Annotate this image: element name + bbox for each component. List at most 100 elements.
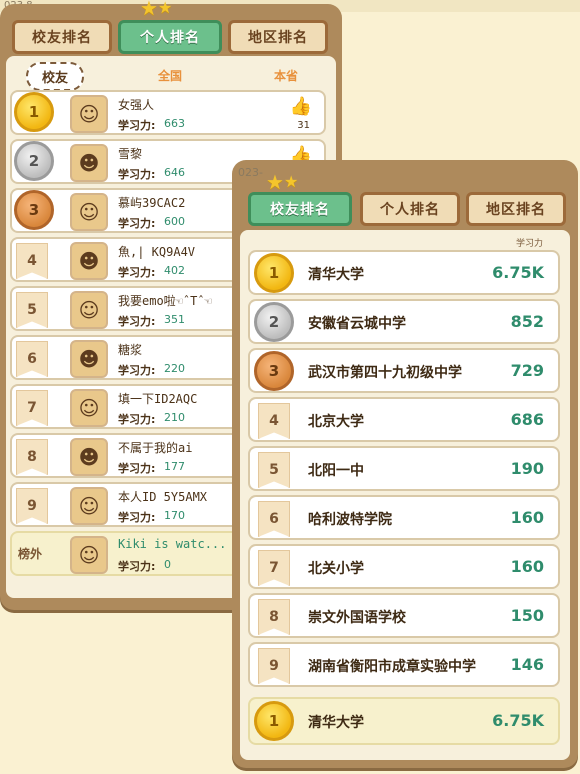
list-item[interactable]: 8 崇文外国语学校 150 <box>248 593 560 638</box>
school-name: 北京大学 <box>308 414 364 430</box>
study-power-value: 170 <box>164 509 185 522</box>
tab-region-ranking-right[interactable]: 地区排名 <box>466 192 566 226</box>
study-power-value: 0 <box>164 558 171 571</box>
school-name: 安徽省云城中学 <box>308 316 406 332</box>
user-name: 魚,| KQ9A4V <box>118 245 196 259</box>
study-power-value: 150 <box>510 606 544 625</box>
school-name: 武汉市第四十九初级中学 <box>308 365 462 381</box>
cut-off-date-text-right: 023- <box>238 166 263 179</box>
subtab-province[interactable]: 本省 <box>274 67 298 84</box>
rank-badge: 9 <box>258 648 290 684</box>
tab-region-ranking-left[interactable]: 地区排名 <box>228 20 328 54</box>
rank-badge: 8 <box>258 599 290 635</box>
study-power-value: 402 <box>164 264 185 277</box>
rank-medal-icon: 1 <box>254 701 294 741</box>
study-power-value: 6.75K <box>492 263 544 282</box>
rank-badge: 8 <box>16 439 48 475</box>
avatar[interactable]: ☻ <box>70 340 108 378</box>
study-power-label: 学习力: <box>118 315 156 328</box>
study-power-value: 663 <box>164 117 185 130</box>
rank-badge: 9 <box>16 488 48 524</box>
user-name: 我要emo啦☜ˆTˆ☜ <box>118 294 212 308</box>
user-name: 慕屿39CAC2 <box>118 196 186 210</box>
avatar[interactable]: ☺ <box>70 193 108 231</box>
tab-label: 个人排名 <box>140 30 200 46</box>
rank-medal-icon: 1 <box>14 92 54 132</box>
rank-medal-icon: 2 <box>254 302 294 342</box>
study-power-label: 学习力: <box>118 364 156 377</box>
user-name: 糖浆 <box>118 343 143 357</box>
avatar[interactable]: ☻ <box>70 242 108 280</box>
avatar[interactable]: ☻ <box>70 144 108 182</box>
avatar[interactable]: ☺ <box>70 95 108 133</box>
user-name: Kiki is watc... <box>118 537 227 551</box>
user-name: 不属于我的ai <box>118 441 193 455</box>
tab-label: 校友排名 <box>32 30 92 46</box>
tab-personal-ranking-left[interactable]: 个人排名 <box>118 20 222 54</box>
school-name: 清华大学 <box>308 715 364 731</box>
study-power-value: 729 <box>510 361 544 380</box>
tab-personal-ranking-right[interactable]: 个人排名 <box>360 192 460 226</box>
star-icon: ★ <box>140 0 158 20</box>
school-name: 哈利波特学院 <box>308 512 392 528</box>
tab-label: 校友排名 <box>270 202 330 218</box>
list-item[interactable]: 1 ☺ 女强人 学习力: 663 👍 31 <box>10 90 326 135</box>
list-item[interactable]: 2 安徽省云城中学 852 <box>248 299 560 344</box>
rank-badge: 4 <box>258 403 290 439</box>
avatar[interactable]: ☺ <box>70 389 108 427</box>
school-name: 清华大学 <box>308 267 364 283</box>
thumbs-up-icon[interactable]: 👍 <box>290 96 312 117</box>
study-power-value: 177 <box>164 460 185 473</box>
study-power-value: 220 <box>164 362 185 375</box>
rank-medal-icon: 2 <box>14 141 54 181</box>
out-of-rank-label: 榜外 <box>18 547 43 561</box>
rank-badge: 7 <box>16 390 48 426</box>
study-power-label: 学习力: <box>118 266 156 279</box>
rank-medal-icon: 1 <box>254 253 294 293</box>
study-power-value: 190 <box>510 459 544 478</box>
avatar[interactable]: ☺ <box>70 291 108 329</box>
avatar[interactable]: ☻ <box>70 438 108 476</box>
study-power-value: 160 <box>510 508 544 527</box>
tab-label: 个人排名 <box>380 202 440 218</box>
rank-medal-icon: 3 <box>14 190 54 230</box>
study-power-label: 学习力: <box>118 217 156 230</box>
tab-alumni-ranking-left[interactable]: 校友排名 <box>12 20 112 54</box>
self-school-row[interactable]: 1 清华大学 6.75K <box>248 697 560 745</box>
list-item[interactable]: 1 清华大学 6.75K <box>248 250 560 295</box>
tab-alumni-ranking-right[interactable]: 校友排名 <box>248 192 352 226</box>
subtab-national[interactable]: 全国 <box>158 67 182 84</box>
rank-badge: 6 <box>258 501 290 537</box>
study-power-value: 210 <box>164 411 185 424</box>
study-power-value: 646 <box>164 166 185 179</box>
star-icon: ★ <box>158 0 173 17</box>
study-power-value: 351 <box>164 313 185 326</box>
list-item[interactable]: 5 北阳一中 190 <box>248 446 560 491</box>
rank-badge: 5 <box>258 452 290 488</box>
user-name: 本人ID 5Y5AMX <box>118 490 208 504</box>
school-name: 湖南省衡阳市成章实验中学 <box>308 659 476 675</box>
list-item[interactable]: 3 武汉市第四十九初级中学 729 <box>248 348 560 393</box>
list-item[interactable]: 9 湖南省衡阳市成章实验中学 146 <box>248 642 560 687</box>
rank-medal-icon: 3 <box>254 351 294 391</box>
rank-badge: 6 <box>16 341 48 377</box>
avatar[interactable]: ☺ <box>70 487 108 525</box>
avatar[interactable]: ☺ <box>70 536 108 574</box>
school-name: 北阳一中 <box>308 463 364 479</box>
study-power-value: 146 <box>510 655 544 674</box>
rank-badge: 7 <box>258 550 290 586</box>
study-power-value: 160 <box>510 557 544 576</box>
column-header-study-power: 学习力 <box>516 239 544 249</box>
tab-label: 地区排名 <box>248 30 308 46</box>
study-power-label: 学习力: <box>118 462 156 475</box>
study-power-label: 学习力: <box>118 560 156 573</box>
tab-label: 地区排名 <box>486 202 546 218</box>
list-item[interactable]: 4 北京大学 686 <box>248 397 560 442</box>
study-power-label: 学习力: <box>118 511 156 524</box>
study-power-label: 学习力: <box>118 168 156 181</box>
list-item[interactable]: 6 哈利波特学院 160 <box>248 495 560 540</box>
study-power-value: 6.75K <box>492 711 544 730</box>
study-power-value: 852 <box>510 312 544 331</box>
list-item[interactable]: 7 北关小学 160 <box>248 544 560 589</box>
subtab-alumni[interactable]: 校友 <box>26 62 85 91</box>
